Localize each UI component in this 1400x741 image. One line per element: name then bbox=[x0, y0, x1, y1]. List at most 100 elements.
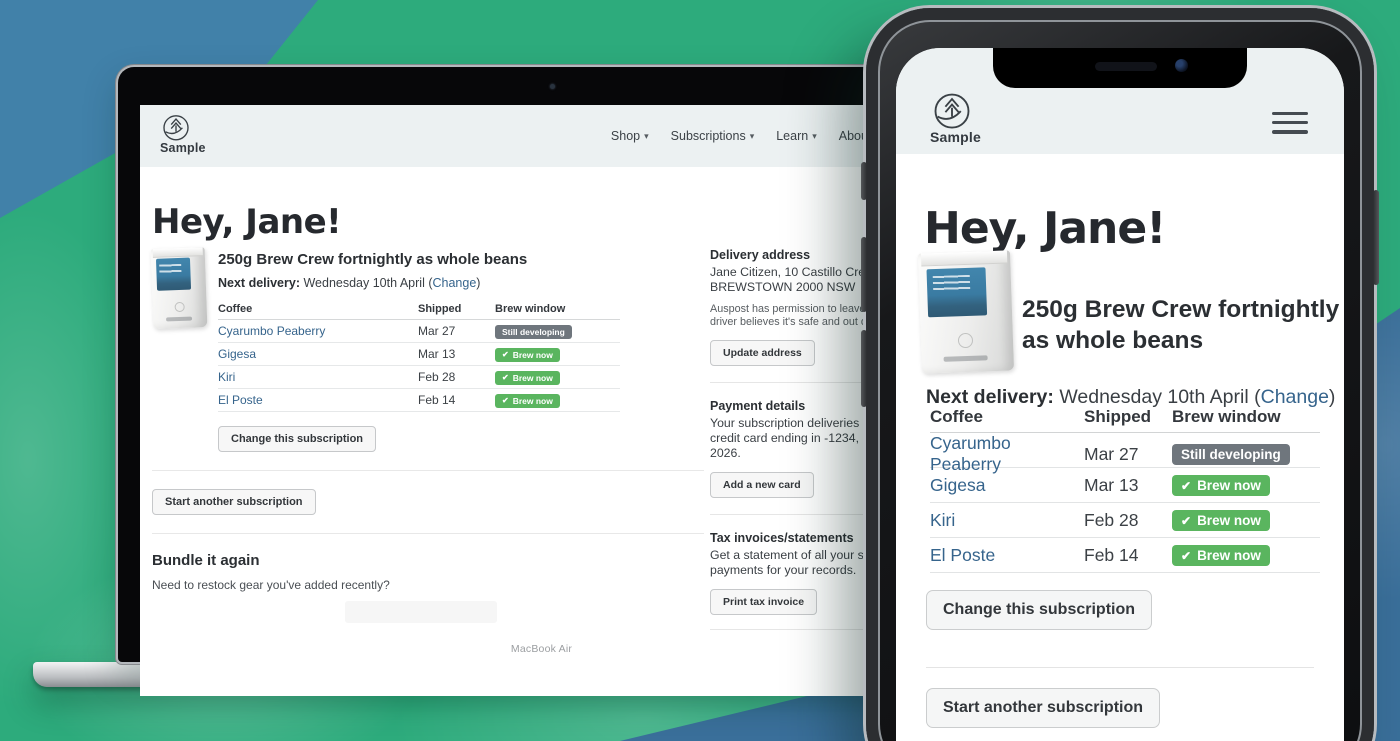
shipped-date: Mar 27 bbox=[418, 324, 456, 338]
table-row: Kiri Feb 28 ✔ Brew now bbox=[218, 366, 620, 389]
coffee-table: Coffee Shipped Brew window Cyarumbo Peab… bbox=[218, 299, 620, 412]
table-row: Kiri Feb 28 ✔ Brew now bbox=[930, 503, 1320, 538]
shipped-date: Mar 13 bbox=[418, 347, 456, 361]
coffee-bag-text bbox=[943, 355, 988, 363]
paren-close: ) bbox=[476, 276, 481, 290]
subscription-title: 250g Brew Crew fortnightly as whole bean… bbox=[218, 251, 528, 268]
iphone-screen: Sample Hey, Jane! 250g Brew Crew fortnig… bbox=[896, 48, 1344, 741]
table-row: Cyarumbo Peaberry Mar 27 ✔Still developi… bbox=[218, 320, 620, 343]
coffee-link[interactable]: El Poste bbox=[218, 393, 418, 407]
webcam-icon bbox=[550, 84, 555, 89]
coffee-link[interactable]: Cyarumbo Peaberry bbox=[218, 324, 418, 338]
page-title: Hey, Jane! bbox=[152, 201, 342, 242]
bundle-text: Need to restock gear you've added recent… bbox=[152, 578, 390, 592]
brand-wordmark: Sample bbox=[930, 129, 981, 145]
status-badge: ✔Still developing bbox=[1172, 443, 1290, 466]
status-badge: ✔ Brew now bbox=[495, 394, 560, 408]
table-row: El Poste Feb 14 ✔ Brew now bbox=[930, 538, 1320, 573]
coffee-table-header: Coffee Shipped Brew window bbox=[218, 299, 620, 320]
coffee-bag-stamp bbox=[174, 301, 185, 313]
change-delivery-link[interactable]: Change bbox=[433, 276, 477, 290]
status-badge: ✔ Brew now bbox=[1172, 544, 1270, 567]
print-invoice-button[interactable]: Print tax invoice bbox=[710, 589, 818, 615]
leaf-logo-icon bbox=[163, 115, 189, 141]
divider bbox=[152, 533, 704, 534]
col-shipped: Shipped bbox=[418, 303, 462, 315]
start-subscription-button[interactable]: Start another subscription bbox=[926, 688, 1161, 728]
status-badge: ✔ Brew now bbox=[495, 371, 560, 385]
change-subscription-button[interactable]: Change this subscription bbox=[218, 426, 377, 452]
coffee-table: Coffee Shipped Brew window Cyarumbo Peab… bbox=[930, 402, 1320, 573]
brand-logo[interactable]: Sample bbox=[930, 88, 981, 145]
check-icon: ✔ bbox=[502, 350, 509, 360]
coffee-bag-text bbox=[165, 316, 193, 322]
paren-close: ) bbox=[1328, 385, 1336, 408]
coffee-bag-image bbox=[150, 247, 208, 329]
brand-logo[interactable]: Sample bbox=[160, 111, 206, 155]
site-header: Sample Shop▾Subscriptions▾Learn▾About▾Lo… bbox=[140, 105, 942, 167]
shipped-date: Mar 27 bbox=[1084, 443, 1139, 464]
start-subscription-button[interactable]: Start another subscription bbox=[152, 489, 316, 515]
status-badge: ✔ Brew now bbox=[1172, 474, 1270, 497]
divider bbox=[152, 470, 704, 471]
next-delivery: Next delivery: Wednesday 10th April (Cha… bbox=[218, 276, 704, 290]
table-row: El Poste Feb 14 ✔ Brew now bbox=[218, 389, 620, 412]
coffee-link[interactable]: Gigesa bbox=[930, 475, 1084, 496]
chevron-down-icon: ▾ bbox=[644, 131, 649, 141]
macbook-lid: Sample Shop▾Subscriptions▾Learn▾About▾Lo… bbox=[118, 67, 965, 696]
next-delivery-value: Wednesday 10th April bbox=[303, 276, 425, 290]
table-row: Gigesa Mar 13 ✔ Brew now bbox=[218, 343, 620, 366]
power-button bbox=[1373, 190, 1379, 285]
update-address-button[interactable]: Update address bbox=[710, 340, 815, 366]
coffee-bag-image bbox=[917, 250, 1015, 374]
hamburger-menu-icon[interactable] bbox=[1272, 112, 1308, 140]
add-card-button[interactable]: Add a new card bbox=[710, 472, 814, 498]
nav-item[interactable]: Learn ▾ bbox=[776, 129, 817, 143]
leaf-logo-icon bbox=[934, 93, 970, 129]
coffee-link[interactable]: Kiri bbox=[218, 370, 418, 384]
table-row: Cyarumbo Peaberry Mar 27 ✔Still developi… bbox=[930, 433, 1320, 474]
coffee-link[interactable]: Gigesa bbox=[218, 347, 418, 361]
check-icon: ✔ bbox=[1181, 548, 1192, 563]
next-delivery-label: Next delivery: bbox=[218, 276, 300, 290]
notch bbox=[993, 48, 1247, 88]
col-brew-window: Brew window bbox=[495, 303, 566, 315]
check-icon: ✔ bbox=[1181, 478, 1192, 493]
coffee-link[interactable]: Cyarumbo Peaberry bbox=[930, 433, 1084, 475]
coffee-bag-stamp bbox=[957, 332, 974, 349]
product-placeholder bbox=[345, 601, 497, 623]
coffee-bag-label bbox=[926, 266, 988, 317]
col-coffee: Coffee bbox=[218, 303, 253, 315]
chevron-down-icon: ▾ bbox=[749, 131, 755, 141]
coffee-table-body: Cyarumbo Peaberry Mar 27 ✔Still developi… bbox=[930, 433, 1320, 573]
front-camera bbox=[1175, 59, 1188, 72]
mute-switch bbox=[861, 162, 867, 200]
coffee-bag-label bbox=[155, 257, 192, 292]
subscription-title: 250g Brew Crew fortnightly as whole bean… bbox=[1022, 296, 1340, 355]
divider bbox=[926, 667, 1314, 668]
chevron-down-icon: ▾ bbox=[812, 131, 817, 141]
coffee-link[interactable]: El Poste bbox=[930, 545, 1084, 566]
shipped-date: Feb 28 bbox=[1084, 509, 1139, 530]
col-shipped: Shipped bbox=[1084, 407, 1152, 426]
volume-down-button bbox=[861, 330, 867, 407]
shipped-date: Feb 28 bbox=[418, 370, 456, 384]
change-subscription-button[interactable]: Change this subscription bbox=[926, 590, 1153, 630]
check-icon: ✔ bbox=[502, 396, 509, 406]
nav-item[interactable]: Subscriptions ▾ bbox=[671, 129, 755, 143]
subscription-panel: 250g Brew Crew fortnightly as whole bean… bbox=[150, 241, 704, 623]
status-badge: ✔Still developing bbox=[495, 325, 572, 339]
brand-wordmark: Sample bbox=[160, 141, 206, 155]
nav-item[interactable]: Shop ▾ bbox=[611, 129, 649, 143]
volume-up-button bbox=[861, 237, 867, 312]
page-title: Hey, Jane! bbox=[924, 203, 1166, 255]
shipped-date: Feb 14 bbox=[418, 393, 456, 407]
coffee-link[interactable]: Kiri bbox=[930, 510, 1084, 531]
col-brew-window: Brew window bbox=[1172, 407, 1281, 426]
coffee-table-header: Coffee Shipped Brew window bbox=[930, 402, 1320, 433]
status-badge: ✔ Brew now bbox=[495, 348, 560, 362]
col-coffee: Coffee bbox=[930, 407, 983, 426]
check-icon: ✔ bbox=[1181, 513, 1192, 528]
speaker-slot bbox=[1095, 62, 1157, 71]
macbook-air-label: MacBook Air bbox=[510, 643, 573, 655]
